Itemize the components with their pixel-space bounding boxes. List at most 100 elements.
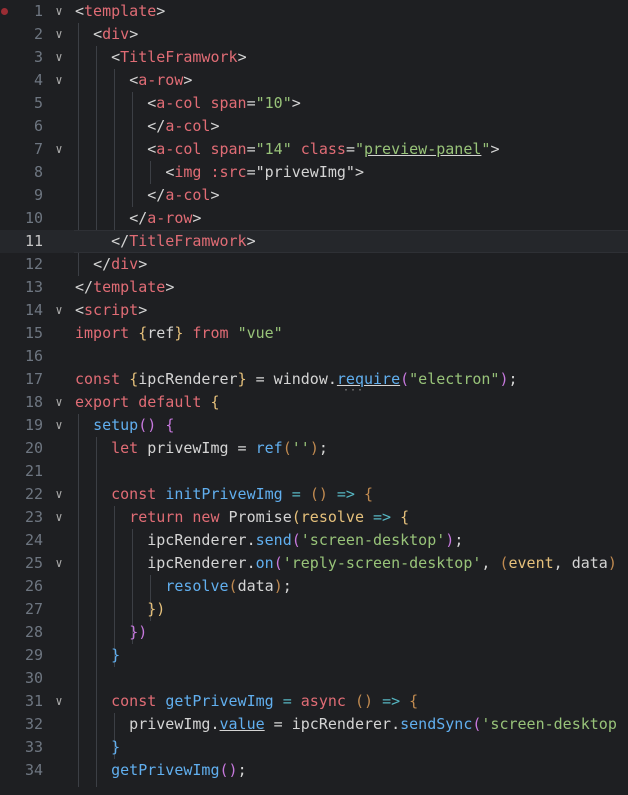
code-token: (	[282, 439, 292, 457]
fold-chevron-icon[interactable]: ∨	[52, 552, 66, 575]
fold-chevron-icon[interactable]: ∨	[52, 391, 66, 414]
fold-chevron-icon[interactable]: ∨	[52, 0, 66, 23]
fold-chevron-icon[interactable]: ∨	[52, 299, 66, 322]
fold-chevron-icon[interactable]: ∨	[52, 69, 66, 92]
code-token: >	[210, 186, 220, 204]
code-token: (	[400, 370, 410, 388]
line-number: 2	[33, 25, 43, 43]
code-editor[interactable]: 1 ∨ <template> 2 ∨ <div> 3 ∨ <TitleFramwork> 4 ∨…	[0, 0, 628, 795]
code-text: getPrivewImg();	[75, 759, 246, 782]
code-line[interactable]: 28 })	[0, 621, 628, 644]
code-token: =>	[336, 485, 355, 503]
code-line[interactable]: 11 </TitleFramwork>	[0, 230, 628, 253]
code-line[interactable]: 19 ∨ setup() {	[0, 414, 628, 437]
fold-chevron-icon[interactable]: ∨	[52, 690, 66, 713]
code-line[interactable]: 18 ∨ export default {	[0, 391, 628, 414]
code-line[interactable]: 1 ∨ <template>	[0, 0, 628, 23]
code-line[interactable]: 23 ∨ return new Promise(resolve => {	[0, 506, 628, 529]
code-text: export default {	[75, 391, 220, 414]
code-token: (	[273, 554, 283, 572]
code-line[interactable]: 17 const {ipcRenderer} = window.require("…	[0, 368, 628, 391]
line-number: 14	[24, 301, 43, 319]
line-number: 18	[24, 393, 43, 411]
code-token: =>	[382, 692, 401, 710]
code-line[interactable]: 24 ipcRenderer.send('screen-desktop');	[0, 529, 628, 552]
code-line[interactable]: 16	[0, 345, 628, 368]
fold-chevron-icon[interactable]: ∨	[52, 138, 66, 161]
code-line[interactable]: 2 ∨ <div>	[0, 23, 628, 46]
code-line[interactable]: 25 ∨ ipcRenderer.on('reply-screen-desktop…	[0, 552, 628, 575]
line-number: 21	[24, 462, 43, 480]
code-line[interactable]: 14 ∨ <script>	[0, 299, 628, 322]
code-token: 'reply-screen-desktop'	[282, 554, 482, 572]
fold-chevron-icon[interactable]: ∨	[52, 46, 66, 69]
code-line[interactable]: 30	[0, 667, 628, 690]
fold-chevron-icon[interactable]: ∨	[52, 506, 66, 529]
code-token: ()	[219, 761, 238, 779]
code-token: }	[111, 646, 121, 664]
code-token: return	[129, 508, 184, 526]
code-line[interactable]: 31 ∨ const getPrivewImg = async () => {	[0, 690, 628, 713]
code-token: initPrivewImg	[165, 485, 283, 503]
code-line[interactable]: 10 </a-row>	[0, 207, 628, 230]
fold-chevron-icon[interactable]: ∨	[52, 23, 66, 46]
code-text: <template>	[75, 0, 165, 23]
fold-chevron-icon[interactable]: ∨	[52, 483, 66, 506]
code-token: const	[111, 692, 157, 710]
code-line[interactable]: 5 <a-col span="10">	[0, 92, 628, 115]
line-number: 3	[33, 48, 43, 66]
code-token: async	[300, 692, 346, 710]
code-token: span	[210, 140, 247, 158]
code-token: =>	[373, 508, 392, 526]
line-number: 15	[24, 324, 43, 342]
code-token: :src	[210, 163, 247, 181]
code-token: (	[291, 531, 301, 549]
code-line[interactable]: 8 <img :src="privewImg">	[0, 161, 628, 184]
code-line[interactable]: 22 ∨ const initPrivewImg = () => {	[0, 483, 628, 506]
code-text: <a-col span="14" class="preview-panel">	[75, 138, 499, 161]
line-number: 30	[24, 669, 43, 687]
line-number: 20	[24, 439, 43, 457]
line-number: 29	[24, 646, 43, 664]
line-number: 10	[24, 209, 43, 227]
code-line[interactable]: 15 import {ref} from "vue"	[0, 322, 628, 345]
code-token: Promise	[219, 508, 292, 526]
code-token: ''	[291, 439, 310, 457]
line-number: 33	[24, 738, 43, 756]
line-number: 22	[24, 485, 43, 503]
line-number: 8	[33, 163, 43, 181]
code-line[interactable]: 7 ∨ <a-col span="14" class="preview-panel…	[0, 138, 628, 161]
code-token: data	[237, 577, 274, 595]
code-line[interactable]: 32 privewImg.value = ipcRenderer.sendSyn…	[0, 713, 628, 736]
code-line[interactable]: 27 })	[0, 598, 628, 621]
code-line[interactable]: 13 </template>	[0, 276, 628, 299]
code-line[interactable]: 12 </div>	[0, 253, 628, 276]
code-line[interactable]: 6 </a-col>	[0, 115, 628, 138]
code-token: >	[246, 232, 256, 250]
code-token: event	[508, 554, 554, 572]
code-text: <script>	[75, 299, 147, 322]
code-line[interactable]: 26 resolve(data);	[0, 575, 628, 598]
code-token: send	[255, 531, 292, 549]
code-line[interactable]: 29 }	[0, 644, 628, 667]
code-line[interactable]: 4 ∨ <a-row>	[0, 69, 628, 92]
code-line[interactable]: 21	[0, 460, 628, 483]
code-line[interactable]: 3 ∨ <TitleFramwork>	[0, 46, 628, 69]
code-line[interactable]: 34 getPrivewImg();	[0, 759, 628, 782]
line-number: 4	[33, 71, 43, 89]
fold-chevron-icon[interactable]: ∨	[52, 414, 66, 437]
code-token: a-col	[165, 186, 211, 204]
code-line[interactable]: 33 }	[0, 736, 628, 759]
code-token: "14"	[255, 140, 292, 158]
code-token: a-row	[147, 209, 193, 227]
code-line[interactable]: 9 </a-col>	[0, 184, 628, 207]
code-line[interactable]: 20 let privewImg = ref('');	[0, 437, 628, 460]
